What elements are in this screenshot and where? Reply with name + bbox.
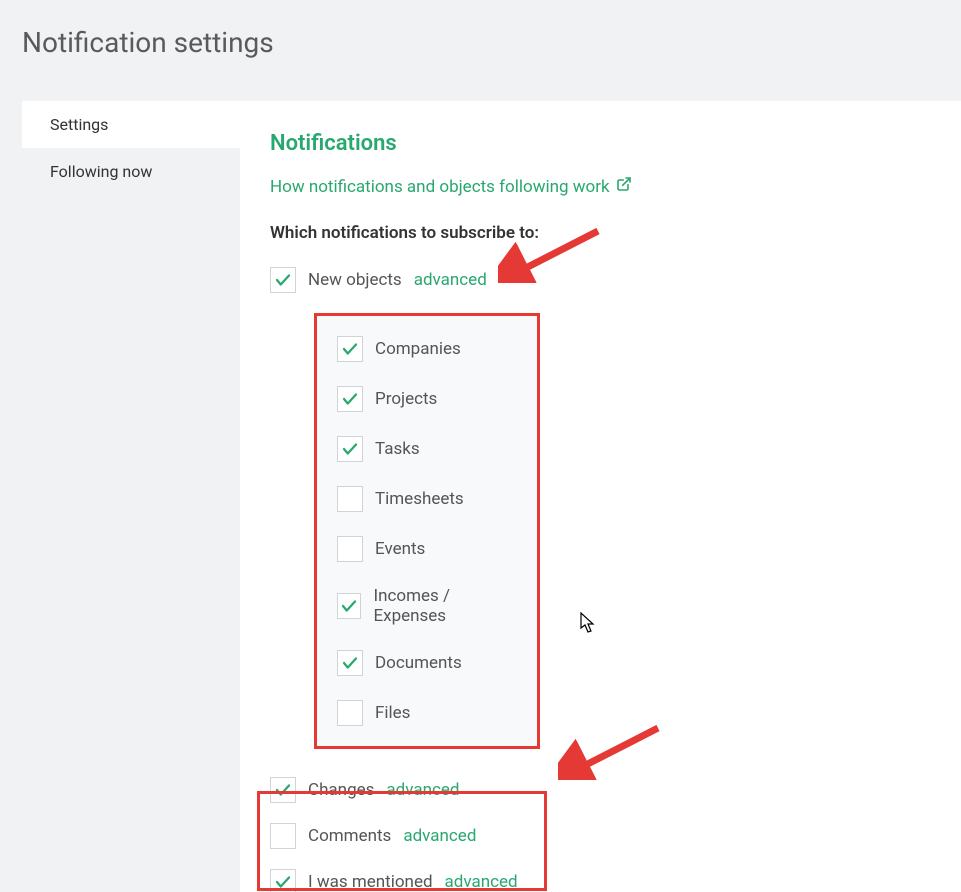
checkbox-new-objects[interactable] bbox=[270, 267, 296, 293]
checkbox-comments[interactable] bbox=[270, 823, 296, 849]
help-link[interactable]: How notifications and objects following … bbox=[270, 176, 632, 197]
checkbox-files[interactable] bbox=[337, 700, 363, 726]
sub-option-row: Companies bbox=[337, 336, 517, 362]
option-label: Changes bbox=[308, 780, 374, 800]
sub-option-row: Tasks bbox=[337, 436, 517, 462]
sub-option-row: Timesheets bbox=[337, 486, 517, 512]
checkbox-changes[interactable] bbox=[270, 777, 296, 803]
subscribe-heading: Which notifications to subscribe to: bbox=[270, 223, 933, 243]
new-objects-sub-panel: Companies Projects Tasks Timesheets Even… bbox=[314, 313, 540, 749]
help-link-label: How notifications and objects following … bbox=[270, 177, 610, 197]
option-label: New objects bbox=[308, 270, 402, 290]
sub-option-label: Tasks bbox=[375, 439, 420, 459]
layout: Settings Following now Notifications How… bbox=[0, 101, 961, 892]
checkbox-documents[interactable] bbox=[337, 650, 363, 676]
notifications-heading: Notifications bbox=[270, 131, 933, 156]
sidebar-item-label: Following now bbox=[50, 162, 152, 181]
checkbox-incomes-expenses[interactable] bbox=[337, 593, 361, 619]
sidebar: Settings Following now bbox=[0, 101, 240, 892]
advanced-link-comments[interactable]: advanced bbox=[403, 826, 476, 846]
advanced-link-mentioned[interactable]: advanced bbox=[445, 872, 518, 892]
option-row-mentioned: I was mentioned advanced bbox=[270, 869, 933, 892]
sub-option-label: Documents bbox=[375, 653, 462, 673]
sub-option-row: Incomes / Expenses bbox=[337, 586, 517, 626]
option-row-new-objects: New objects advanced bbox=[270, 267, 933, 293]
sub-option-label: Projects bbox=[375, 389, 437, 409]
main-panel: Notifications How notifications and obje… bbox=[240, 101, 961, 892]
checkbox-timesheets[interactable] bbox=[337, 486, 363, 512]
external-link-icon bbox=[616, 176, 632, 197]
sub-option-label: Companies bbox=[375, 339, 461, 359]
sub-option-label: Files bbox=[375, 703, 410, 723]
advanced-link-changes[interactable]: advanced bbox=[386, 780, 459, 800]
option-label: Comments bbox=[308, 826, 391, 846]
sidebar-item-settings[interactable]: Settings bbox=[22, 101, 240, 148]
checkbox-tasks[interactable] bbox=[337, 436, 363, 462]
checkbox-projects[interactable] bbox=[337, 386, 363, 412]
sidebar-item-following-now[interactable]: Following now bbox=[22, 148, 240, 195]
sub-option-row: Files bbox=[337, 700, 517, 726]
advanced-link-new-objects[interactable]: advanced bbox=[414, 270, 487, 290]
option-row-changes: Changes advanced bbox=[270, 777, 933, 803]
checkbox-events[interactable] bbox=[337, 536, 363, 562]
option-row-comments: Comments advanced bbox=[270, 823, 933, 849]
sub-option-label: Timesheets bbox=[375, 489, 464, 509]
sub-option-row: Documents bbox=[337, 650, 517, 676]
page-title: Notification settings bbox=[0, 0, 961, 59]
sub-option-row: Events bbox=[337, 536, 517, 562]
checkbox-mentioned[interactable] bbox=[270, 869, 296, 892]
sidebar-item-label: Settings bbox=[50, 115, 108, 134]
checkbox-companies[interactable] bbox=[337, 336, 363, 362]
sub-option-label: Events bbox=[375, 539, 425, 559]
sub-option-label: Incomes / Expenses bbox=[373, 586, 517, 626]
sub-option-row: Projects bbox=[337, 386, 517, 412]
option-label: I was mentioned bbox=[308, 872, 433, 892]
